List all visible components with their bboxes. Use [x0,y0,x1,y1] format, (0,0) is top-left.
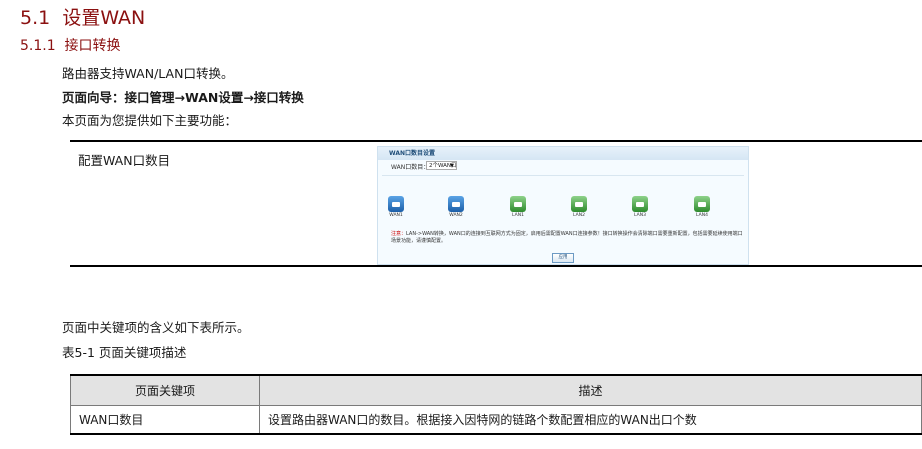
port-lan4: LAN4 [691,196,713,218]
note-prefix: 注意： [391,231,407,237]
port-wan2: WAN2 [445,196,467,218]
table-header-key: 页面关键项 [70,374,260,406]
port-lan2: LAN2 [568,196,590,218]
provides-text: 本页面为您提供如下主要功能： [62,113,238,128]
wan-count-select: 2个WAN口 ▼ [426,161,457,170]
port-lan3: LAN3 [629,196,651,218]
wan-setup-screenshot: WAN口数目设置 WAN口数目： 2个WAN口 ▼ WAN1 WAN2 LAN1… [377,146,749,265]
table-intro-text: 页面中关键项的含义如下表所示。 [62,320,250,335]
subsection-number: 5.1.1 [20,38,56,54]
intro-text: 路由器支持WAN/LAN口转换。 [62,66,234,81]
screenshot-title: WAN口数目设置 [378,147,748,160]
ethernet-port-icon [388,196,404,212]
ethernet-port-icon [571,196,587,212]
table-header-row: 页面关键项 描述 [70,374,922,406]
port-label: LAN2 [573,213,585,218]
ethernet-port-icon [448,196,464,212]
port-label: WAN2 [449,213,463,218]
port-label: LAN1 [512,213,524,218]
chevron-down-icon: ▼ [450,163,454,169]
table-header-description: 描述 [259,374,922,406]
ethernet-port-icon [632,196,648,212]
ethernet-port-icon [510,196,526,212]
port-label: LAN4 [696,213,708,218]
table-cell-key: WAN口数目 [70,404,260,435]
section-number: 5.1 [20,7,51,29]
function-label: 配置WAN口数目 [78,153,171,168]
section-title: 设置WAN [62,7,146,29]
screenshot-divider [382,175,744,176]
wan-count-label: WAN口数目： [391,164,430,171]
table-caption: 表5-1 页面关键项描述 [62,345,187,360]
subsection-title: 接口转换 [64,38,121,54]
function-table-top-rule [70,140,922,142]
function-table-bottom-rule [70,265,922,267]
port-lan1: LAN1 [507,196,529,218]
subsection-heading: 5.1.1 接口转换 [20,35,121,55]
key-items-table: 页面关键项 描述 WAN口数目 设置路由器WAN口的数目。根据接入因特网的链路个… [70,374,922,435]
port-label: WAN1 [389,213,403,218]
note-text: LAN->WAN转换，WAN口的连接到互联网方式为固定，启用后需配置WAN口连接… [391,231,743,244]
screenshot-note: 注意：LAN->WAN转换，WAN口的连接到互联网方式为固定，启用后需配置WAN… [391,231,746,245]
ethernet-port-icon [694,196,710,212]
port-label: LAN3 [634,213,646,218]
table-cell-description: 设置路由器WAN口的数目。根据接入因特网的链路个数配置相应的WAN出口个数 [259,404,922,435]
port-wan1: WAN1 [385,196,407,218]
navigation-path: 页面向导：接口管理→WAN设置→接口转换 [62,90,304,105]
apply-button: 应用 [552,253,574,263]
section-heading: 5.1 设置WAN [20,3,145,30]
table-row: WAN口数目 设置路由器WAN口的数目。根据接入因特网的链路个数配置相应的WAN… [70,404,922,435]
